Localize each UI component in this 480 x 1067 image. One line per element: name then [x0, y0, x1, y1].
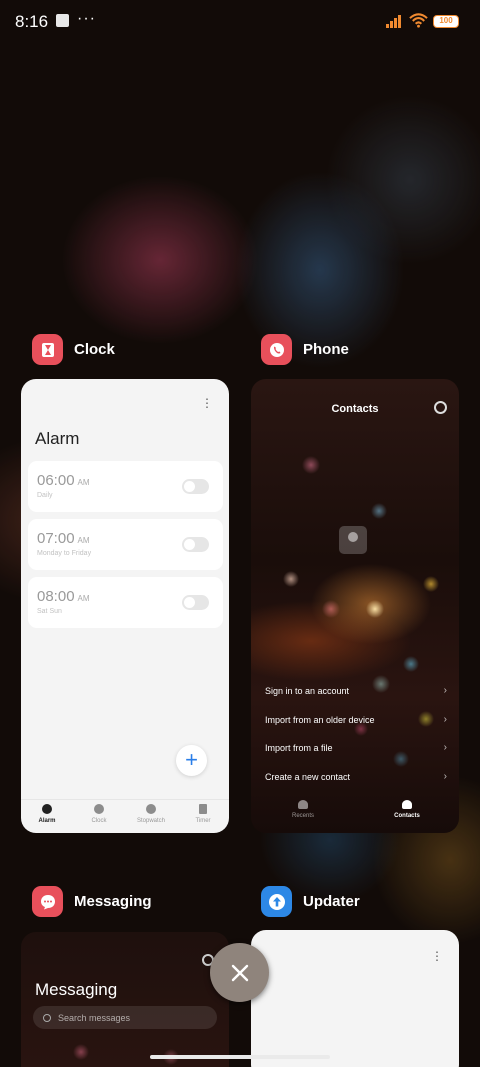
contact-placeholder-icon — [339, 526, 367, 554]
hourglass-icon — [32, 334, 63, 365]
app-label-updater[interactable]: Updater — [261, 886, 360, 917]
app-label-messaging[interactable]: Messaging — [32, 886, 152, 917]
tab-label: Alarm — [38, 818, 56, 824]
close-icon — [231, 964, 248, 981]
tab-clock[interactable]: Clock — [73, 800, 125, 833]
alarm-row[interactable]: 06:00 AM Daily — [28, 461, 223, 512]
search-icon — [43, 1013, 51, 1022]
menu-item-label: Import from a file — [265, 743, 333, 753]
alarm-time: 06:00 — [37, 472, 75, 489]
wifi-icon — [409, 13, 428, 28]
gear-icon[interactable] — [434, 401, 447, 414]
clock-tab-bar: Alarm Clock Stopwatch Timer — [21, 799, 229, 833]
alarm-toggle[interactable] — [182, 595, 209, 610]
app-name: Messaging — [74, 893, 152, 910]
stopwatch-icon — [146, 804, 156, 814]
alarm-ampm: AM — [77, 536, 90, 545]
tab-label: Timer — [195, 818, 211, 824]
alarm-repeat: Sat Sun — [37, 608, 62, 615]
tab-label: Recents — [291, 813, 314, 819]
alarm-icon — [42, 804, 52, 814]
tab-timer[interactable]: Timer — [177, 800, 229, 833]
battery-icon: 100 — [433, 15, 459, 28]
app-card-clock[interactable]: ⋮ Alarm 06:00 AM Daily 07:00 AM Monday to … — [21, 379, 229, 833]
person-icon — [402, 800, 412, 809]
tab-contacts[interactable]: Contacts — [355, 800, 459, 819]
phone-tab-bar: Recents Contacts — [251, 800, 459, 819]
tab-label: Stopwatch — [136, 818, 166, 824]
home-indicator[interactable] — [150, 1055, 330, 1059]
app-name: Clock — [74, 341, 115, 358]
alarm-row[interactable]: 08:00 AM Sat Sun — [28, 577, 223, 628]
timer-icon — [199, 804, 207, 814]
search-placeholder: Search messages — [58, 1012, 131, 1023]
alarm-time: 08:00 — [37, 588, 75, 605]
more-notifications-icon: ··· — [77, 10, 96, 27]
clear-all-button[interactable] — [210, 943, 269, 1002]
chevron-right-icon: › — [443, 685, 447, 696]
page-title: Contacts — [331, 403, 379, 415]
tab-label: Contacts — [394, 813, 420, 819]
phone-icon — [261, 334, 292, 365]
message-icon — [32, 886, 63, 917]
app-label-clock[interactable]: Clock — [32, 334, 115, 365]
chevron-right-icon: › — [443, 714, 447, 725]
chevron-right-icon: › — [443, 742, 447, 753]
chevron-right-icon: › — [443, 771, 447, 782]
page-title: Messaging — [35, 980, 118, 999]
alarm-toggle[interactable] — [182, 479, 209, 494]
clock-icon — [94, 804, 104, 814]
app-card-messaging[interactable]: Messaging Search messages — [21, 932, 229, 1067]
screenshot-notification-icon — [56, 14, 69, 27]
signal-icon — [386, 14, 404, 28]
phone-handset-icon — [298, 800, 308, 809]
tab-recents[interactable]: Recents — [251, 800, 355, 819]
menu-item-label: Create a new contact — [265, 772, 351, 782]
app-label-phone[interactable]: Phone — [261, 334, 349, 365]
menu-item-sign-in[interactable]: Sign in to an account › — [265, 685, 447, 696]
app-name: Updater — [303, 893, 360, 910]
alarm-toggle[interactable] — [182, 537, 209, 552]
menu-item-import-file[interactable]: Import from a file › — [265, 742, 447, 753]
alarm-row[interactable]: 07:00 AM Monday to Friday — [28, 519, 223, 570]
alarm-repeat: Monday to Friday — [37, 550, 92, 557]
alarm-ampm: AM — [77, 594, 90, 603]
add-alarm-button[interactable]: + — [176, 745, 207, 776]
status-bar: 8:16 ··· 100 — [0, 0, 480, 44]
alarm-time: 07:00 — [37, 530, 75, 547]
alarm-repeat: Daily — [37, 492, 53, 499]
alarm-ampm: AM — [77, 478, 90, 487]
menu-item-label: Sign in to an account — [265, 686, 350, 696]
tab-label: Clock — [91, 818, 107, 824]
app-name: Phone — [303, 341, 349, 358]
upload-arrow-icon — [261, 886, 292, 917]
app-card-phone[interactable]: Contacts Sign in to an account › Import … — [251, 379, 459, 833]
more-options-icon[interactable]: ⋮ — [431, 950, 443, 962]
status-time: 8:16 — [15, 12, 49, 31]
menu-item-label: Import from an older device — [265, 715, 375, 725]
menu-item-import-device[interactable]: Import from an older device › — [265, 714, 447, 725]
more-options-icon[interactable]: ⋮ — [201, 397, 213, 409]
search-input[interactable]: Search messages — [33, 1006, 217, 1029]
tab-alarm[interactable]: Alarm — [21, 800, 73, 833]
page-title: Alarm — [35, 429, 80, 448]
app-card-updater[interactable]: ⋮ — [251, 930, 459, 1067]
tab-stopwatch[interactable]: Stopwatch — [125, 800, 177, 833]
menu-item-create-contact[interactable]: Create a new contact › — [265, 771, 447, 782]
